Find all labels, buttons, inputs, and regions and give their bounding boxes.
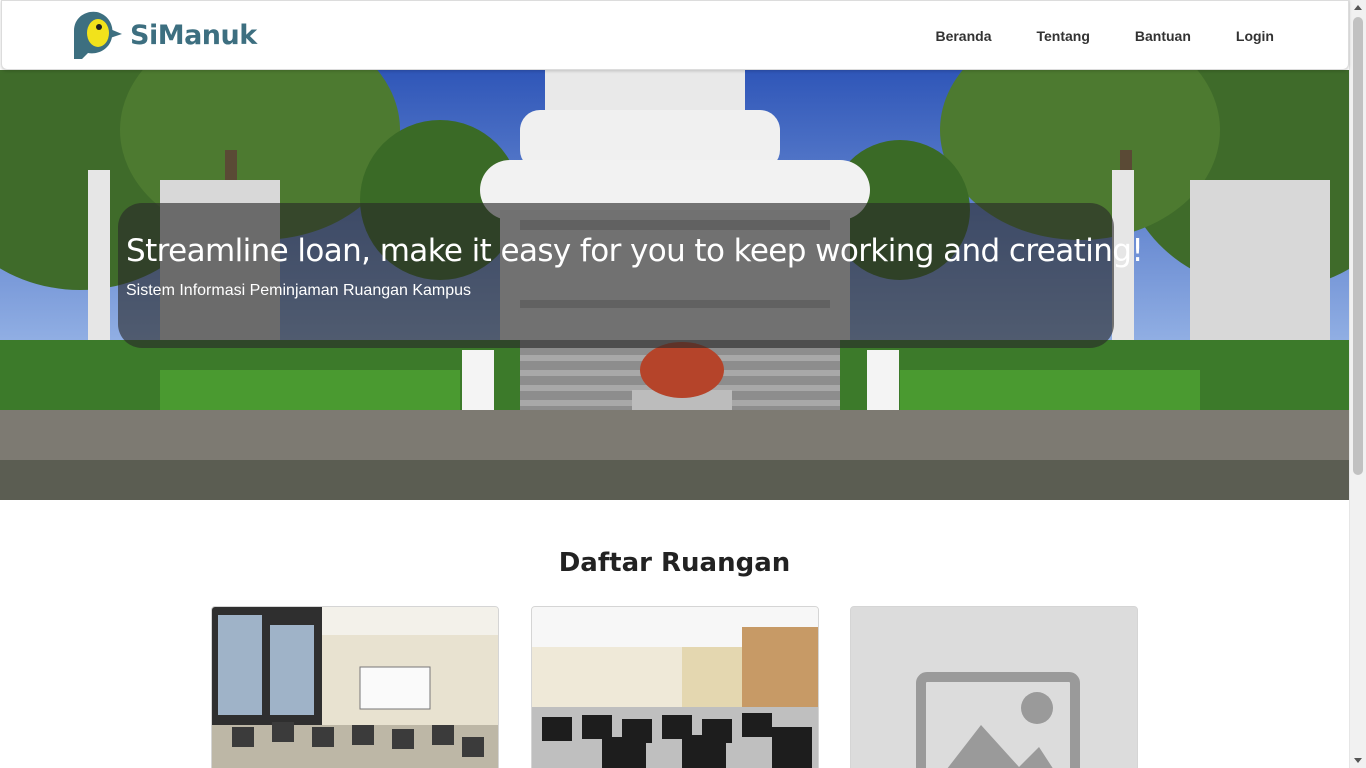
- hero-title: Streamline loan, make it easy for you to…: [126, 233, 1144, 269]
- computer-lab-photo: [532, 607, 818, 768]
- nav-beranda[interactable]: Beranda: [935, 28, 991, 44]
- brand-logo[interactable]: SiManuk: [68, 7, 257, 63]
- hero-caption: Streamline loan, make it easy for you to…: [118, 203, 1144, 348]
- scroll-down-icon[interactable]: [1354, 758, 1362, 763]
- scroll-up-icon[interactable]: [1354, 5, 1362, 10]
- room-card[interactable]: [531, 606, 819, 768]
- room-card[interactable]: [850, 606, 1138, 768]
- scrollbar-thumb[interactable]: [1353, 17, 1363, 475]
- brand-name: SiManuk: [130, 19, 257, 51]
- classroom-photo: [212, 607, 498, 768]
- hero-banner: Streamline loan, make it easy for you to…: [0, 70, 1349, 500]
- rooms-section-title: Daftar Ruangan: [558, 548, 791, 578]
- navbar: SiManuk Beranda Tentang Bantuan Login: [1, 0, 1349, 70]
- vertical-scrollbar[interactable]: [1349, 0, 1366, 768]
- room-card[interactable]: [211, 606, 499, 768]
- nav-login[interactable]: Login: [1236, 28, 1274, 44]
- nav-links: Beranda Tentang Bantuan Login: [890, 1, 1274, 71]
- bird-logo-icon: [74, 11, 122, 59]
- placeholder-image-icon: [851, 607, 1137, 768]
- nav-tentang[interactable]: Tentang: [1036, 28, 1089, 44]
- hero-subtitle: Sistem Informasi Peminjaman Ruangan Kamp…: [126, 282, 472, 299]
- nav-bantuan[interactable]: Bantuan: [1135, 28, 1191, 44]
